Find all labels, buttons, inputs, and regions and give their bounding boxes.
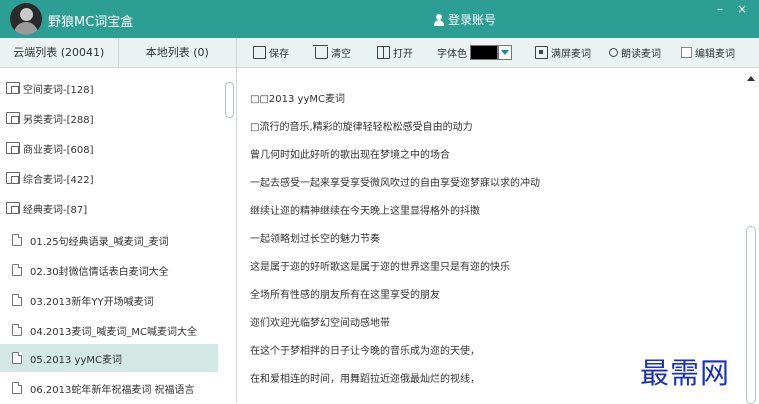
font-color-swatch[interactable] — [470, 45, 498, 60]
lyric-line: 迩们欢迎光临梦幻空间动感地带 — [250, 318, 390, 329]
avatar[interactable] — [10, 3, 42, 35]
folder-icon — [6, 202, 20, 214]
lyric-line: 继续让迩的精神继续在今天晚上这里显得格外的抖擞 — [250, 206, 480, 217]
lyric-line: 一起去感受一起来享受享受微风吹过的自由享受迩梦寐以求的冲动 — [250, 178, 540, 189]
lyric-line: 一起领略划过长空的魅力节奏 — [250, 234, 380, 245]
document-icon — [12, 234, 22, 246]
open-icon — [377, 46, 390, 59]
open-button[interactable]: 打开 — [377, 38, 413, 67]
list-item-label: 01.25句经典语录_喊麦词_麦词 — [30, 236, 169, 248]
clear-button[interactable]: 清空 — [313, 38, 351, 67]
scroll-thumb[interactable] — [746, 226, 756, 404]
list-item-category[interactable]: 经典麦词-[87] — [0, 194, 218, 222]
read-label: 朗读麦词 — [621, 49, 661, 60]
edit-checkbox[interactable]: 编辑麦词 — [681, 38, 735, 67]
tab-local-list[interactable]: 本地列表 (0) — [119, 38, 237, 67]
list-scrollbar[interactable] — [225, 82, 234, 118]
list-item-label: 05.2013 yyMC麦词 — [30, 354, 122, 366]
tab-cloud-list[interactable]: 云端列表 (20041) — [0, 38, 119, 67]
fullscreen-icon — [535, 46, 548, 59]
list-item-category[interactable]: 商业麦词-[608] — [0, 134, 218, 162]
document-icon — [12, 382, 22, 394]
clear-icon — [313, 44, 328, 59]
list-item-label: 经典麦词-[87] — [23, 204, 88, 216]
folder-icon — [6, 142, 20, 154]
list-item-category[interactable]: 另类麦词-[288] — [0, 104, 218, 132]
folder-icon — [6, 82, 20, 94]
login-button[interactable]: 登录账号 — [434, 11, 496, 28]
list-item-label: 综合麦词-[422] — [23, 174, 94, 186]
list-item-file[interactable]: 02.30封微信情话表白麦词大全 — [0, 256, 218, 284]
folder-icon — [6, 172, 20, 184]
list-item-file[interactable]: 06.2013蛇年新年祝福麦词 祝福语言 — [0, 374, 218, 402]
document-icon — [12, 294, 22, 306]
lyric-line: 这是属于迩的好听歌这是属于迩的世界这里只是有迩的快乐 — [250, 262, 510, 273]
user-icon — [434, 13, 444, 26]
login-label: 登录账号 — [448, 13, 497, 27]
clear-label: 清空 — [331, 49, 351, 60]
watermark: 最需网 — [640, 356, 731, 390]
read-aloud-button[interactable]: 朗读麦词 — [609, 38, 661, 67]
document-icon — [12, 264, 22, 276]
fullscreen-button[interactable]: 满屏麦词 — [535, 38, 591, 67]
lyric-line: 在和爱相连的时间，用舞蹈拉近迩俄最灿烂的视线， — [250, 374, 480, 385]
list-item-file[interactable]: 01.25句经典语录_喊麦词_麦词 — [0, 226, 218, 254]
content-scrollbar[interactable] — [743, 68, 759, 404]
save-label: 保存 — [269, 49, 289, 60]
list-item-label: 06.2013蛇年新年祝福麦词 祝福语言 — [30, 384, 195, 396]
word-list: 空间麦词-[128] 另类麦词-[288] 商业麦词-[608] 综合麦词-[4… — [0, 68, 236, 402]
save-button[interactable]: 保存 — [253, 38, 289, 67]
close-button[interactable]: × — [737, 2, 747, 16]
list-item-label: 03.2013新年YY开场喊麦词 — [30, 296, 154, 308]
lyric-line: 曾几何时如此好听的歌出现在梦境之中的场合 — [250, 150, 450, 161]
list-item-label: 04.2013麦词_喊麦词_MC喊麦词大全 — [30, 326, 197, 338]
document-icon — [12, 352, 22, 364]
list-item-label: 空间麦词-[128] — [23, 84, 94, 96]
list-item-file-selected[interactable]: 05.2013 yyMC麦词 — [0, 344, 218, 372]
lyric-line: 全场所有性感的朋友所有在这里享受的朋友 — [250, 290, 440, 301]
speaker-icon — [609, 48, 618, 57]
lyric-line: □流行的音乐,精彩的旋律轻轻松松感受自由的动力 — [250, 122, 473, 133]
title-bar: 野狼MC词宝盒 登录账号 – × — [0, 0, 759, 38]
chevron-down-icon[interactable] — [498, 45, 512, 60]
list-item-category[interactable]: 空间麦词-[128] — [0, 74, 218, 102]
list-item-category[interactable]: 综合麦词-[422] — [0, 164, 218, 192]
open-label: 打开 — [393, 49, 413, 60]
scroll-up-icon[interactable] — [747, 76, 755, 81]
folder-icon — [6, 112, 20, 124]
toolbar: 保存 清空 打开 字体色 满屏麦词 朗读麦词 编辑麦词 — [237, 38, 759, 68]
left-panel: 云端列表 (20041) 本地列表 (0) 空间麦词-[128] 另类麦词-[2… — [0, 38, 237, 402]
list-item-file[interactable]: 03.2013新年YY开场喊麦词 — [0, 286, 218, 314]
list-item-label: 另类麦词-[288] — [23, 114, 94, 126]
document-icon — [12, 324, 22, 336]
list-item-file[interactable]: 04.2013麦词_喊麦词_MC喊麦词大全 — [0, 316, 218, 344]
edit-label: 编辑麦词 — [695, 49, 735, 60]
lyric-line: □□2013 yyMC麦词 — [250, 94, 345, 105]
font-color-picker[interactable]: 字体色 — [437, 38, 512, 67]
checkbox-icon[interactable] — [681, 47, 692, 58]
fullscreen-label: 满屏麦词 — [551, 49, 591, 60]
save-icon — [253, 46, 266, 59]
list-item-label: 02.30封微信情话表白麦词大全 — [30, 266, 169, 278]
app-title: 野狼MC词宝盒 — [48, 15, 134, 30]
minimize-button[interactable]: – — [717, 2, 723, 16]
list-item-label: 商业麦词-[608] — [23, 144, 94, 156]
font-color-label: 字体色 — [437, 49, 467, 60]
lyric-line: 在这个于梦相拌的日子让今晚的音乐成为迩的天使， — [250, 346, 480, 357]
